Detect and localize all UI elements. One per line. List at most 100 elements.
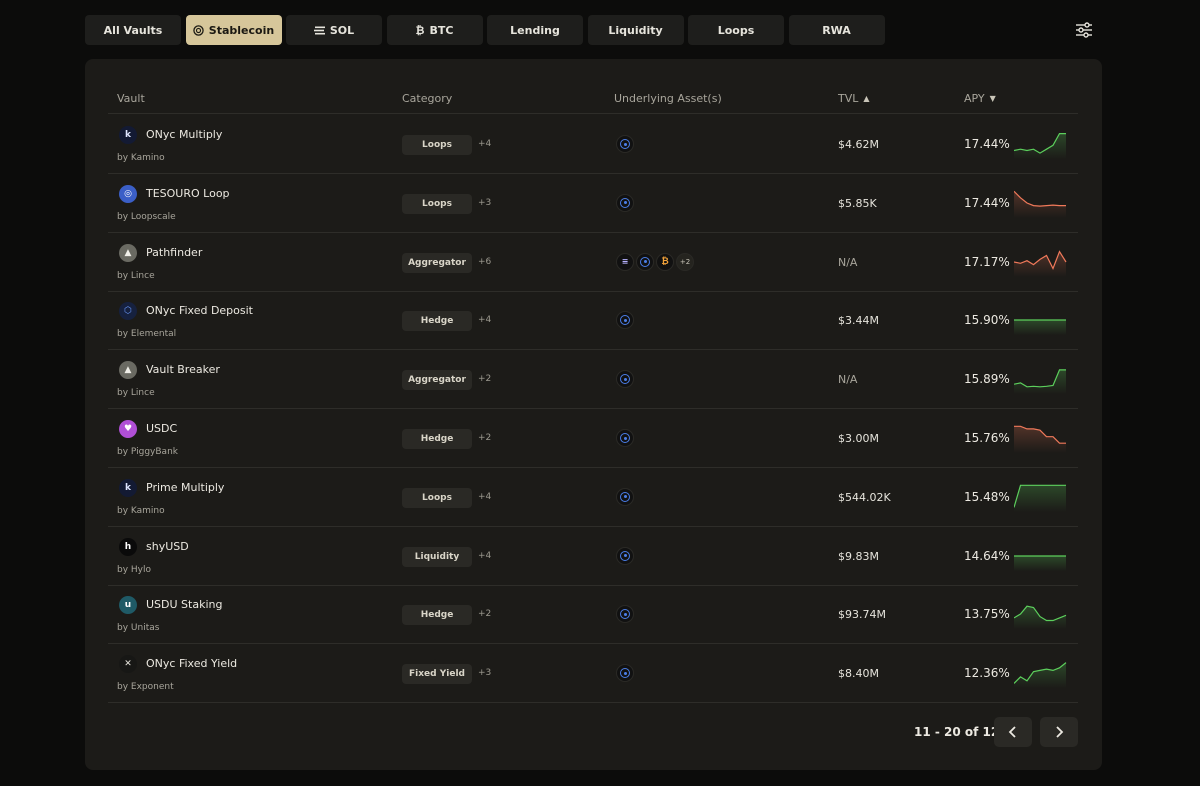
more-assets-badge: +2 (676, 252, 694, 271)
table-row[interactable]: ◎ TESOURO Loop by Loopscale Loops +3 $5.85K 17… (108, 174, 1078, 233)
tab-all-vaults[interactable]: All Vaults (85, 15, 181, 45)
table-row[interactable]: h shyUSD by Hylo Liquidity +4 $9.83M 14.64% (108, 527, 1078, 586)
tvl-value: $3.00M (838, 432, 879, 445)
category-more-count: +2 (478, 609, 492, 620)
category-more-count: +4 (478, 139, 492, 149)
tab-loops[interactable]: Loops (688, 15, 784, 45)
vault-name[interactable]: Pathfinder (146, 246, 202, 259)
apy-sparkline (1014, 319, 1066, 336)
tab-label: BTC (429, 23, 454, 37)
vault-provider: by Loopscale (117, 211, 176, 222)
header-category[interactable]: Category (402, 92, 452, 105)
vault-name[interactable]: ONyc Fixed Deposit (146, 304, 253, 317)
category-more-count: +3 (478, 668, 492, 679)
sparkline-area (1014, 662, 1066, 689)
vault-logo: ▲ (119, 361, 137, 380)
header-assets[interactable]: Underlying Asset(s) (614, 92, 722, 105)
vault-logo: u (119, 596, 137, 615)
tab-btc[interactable]: ₿ BTC (386, 15, 483, 45)
sparkline-area (1014, 555, 1066, 571)
table-row[interactable]: ⬡ ONyc Fixed Deposit by Elemental Hedge +4 $3… (108, 291, 1078, 351)
apy-sparkline (1014, 605, 1067, 630)
table-row[interactable]: u USDU Staking by Unitas Hedge +2 $93.74M 13.7… (108, 585, 1078, 645)
usdc-icon (616, 546, 634, 565)
apy-sparkline (1014, 554, 1066, 571)
category-pill: Hedge (402, 605, 472, 626)
usdc-icon (616, 193, 634, 212)
filter-settings-icon[interactable] (1072, 20, 1096, 40)
table-row[interactable]: ▲ Pathfinder by Lince Aggregator +6 ≡ ₿ +2 N/A 17… (108, 233, 1078, 292)
apy-value: 15.90% (964, 313, 1010, 328)
apy-value: 17.17% (964, 254, 1010, 269)
vault-provider: by Kamino (117, 505, 165, 516)
tvl-value: $5.85K (838, 196, 877, 210)
sol-icon (313, 26, 325, 35)
tab-lending[interactable]: Lending (487, 15, 583, 45)
vault-name[interactable]: ONyc Fixed Yield (146, 657, 237, 670)
vault-name[interactable]: shyUSD (146, 540, 189, 553)
vault-name[interactable]: ONyc Multiply (146, 128, 222, 141)
tab-label: All Vaults (103, 23, 163, 37)
prev-page-button[interactable] (994, 717, 1032, 747)
tvl-value: $9.83M (838, 549, 879, 563)
header-tvl[interactable]: TVL ▲ (838, 92, 870, 105)
header-category-label: Category (402, 92, 453, 105)
underlying-assets (616, 487, 636, 506)
tvl-value: $544.02K (838, 490, 891, 504)
table-row[interactable]: k Prime Multiply by Kamino Loops +4 $544.02K 1… (108, 468, 1078, 527)
table-row[interactable]: ✕ ONyc Fixed Yield by Exponent Fixed Yield +… (108, 644, 1078, 704)
header-vault[interactable]: Vault (117, 92, 145, 105)
vault-name[interactable]: USDC (146, 422, 177, 435)
tvl-value: $3.44M (838, 314, 879, 328)
tab-rwa[interactable]: RWA (788, 15, 885, 45)
category-pill: Hedge (402, 311, 472, 332)
tab-stablecoin[interactable]: Stablecoin (185, 15, 282, 45)
tab-label: Lending (510, 23, 560, 37)
table-row[interactable]: k ONyc Multiply by Kamino Loops +4 $4.62M 17.4… (108, 115, 1078, 174)
vault-logo: ▲ (119, 243, 137, 262)
header-assets-label: Underlying Asset(s) (614, 92, 722, 105)
tab-liquidity[interactable]: Liquidity (587, 15, 684, 45)
usdc-icon (616, 370, 634, 389)
vault-name[interactable]: TESOURO Loop (146, 187, 230, 200)
header-apy[interactable]: APY ▼ (964, 92, 996, 105)
apy-sparkline (1014, 425, 1066, 453)
chevron-right-icon (1056, 726, 1064, 738)
category-more-count: +4 (478, 491, 492, 502)
sparkline-area (1014, 191, 1066, 218)
stablecoin-icon (193, 24, 204, 36)
next-page-button[interactable] (1040, 717, 1078, 747)
category-more-count: +6 (478, 256, 492, 267)
usdc-icon (616, 605, 634, 624)
apy-value: 15.76% (964, 431, 1010, 445)
vault-logo: k (119, 126, 137, 144)
sparkline-area (1014, 606, 1066, 630)
apy-sparkline (1014, 132, 1066, 159)
table-row[interactable]: ▲ Vault Breaker by Lince Aggregator +2 N/A 15.… (108, 350, 1078, 410)
btc-icon: ₿ (656, 252, 674, 271)
category-more-count: +4 (478, 550, 492, 561)
tab-label: Loops (717, 23, 755, 37)
vault-name[interactable]: Prime Multiply (146, 481, 224, 494)
tvl-value: $4.62M (838, 138, 879, 151)
vault-name[interactable]: USDU Staking (146, 598, 222, 611)
underlying-assets (616, 429, 636, 447)
underlying-assets (616, 370, 636, 389)
underlying-assets (616, 135, 636, 153)
tvl-value: N/A (838, 373, 858, 387)
sort-both-icon: ▲ (863, 94, 870, 103)
tab-sol[interactable]: SOL (286, 15, 382, 45)
apy-value: 15.48% (964, 489, 1010, 504)
sparkline-area (1014, 133, 1066, 159)
category-more-count: +3 (478, 197, 492, 208)
apy-value: 15.89% (964, 372, 1010, 387)
tab-label: Stablecoin (208, 23, 275, 37)
header-tvl-label: TVL (838, 92, 859, 105)
vaults-table-panel: Vault Category Underlying Asset(s) TVL ▲… (85, 59, 1102, 770)
apy-sparkline (1014, 369, 1066, 395)
vault-logo: h (119, 537, 137, 556)
vault-provider: by Hylo (117, 564, 152, 575)
vault-name[interactable]: Vault Breaker (146, 363, 220, 376)
table-row[interactable]: ♥ USDC by PiggyBank Hedge +2 $3.00M 15.76% (108, 409, 1078, 468)
category-pill: Aggregator (402, 370, 472, 391)
